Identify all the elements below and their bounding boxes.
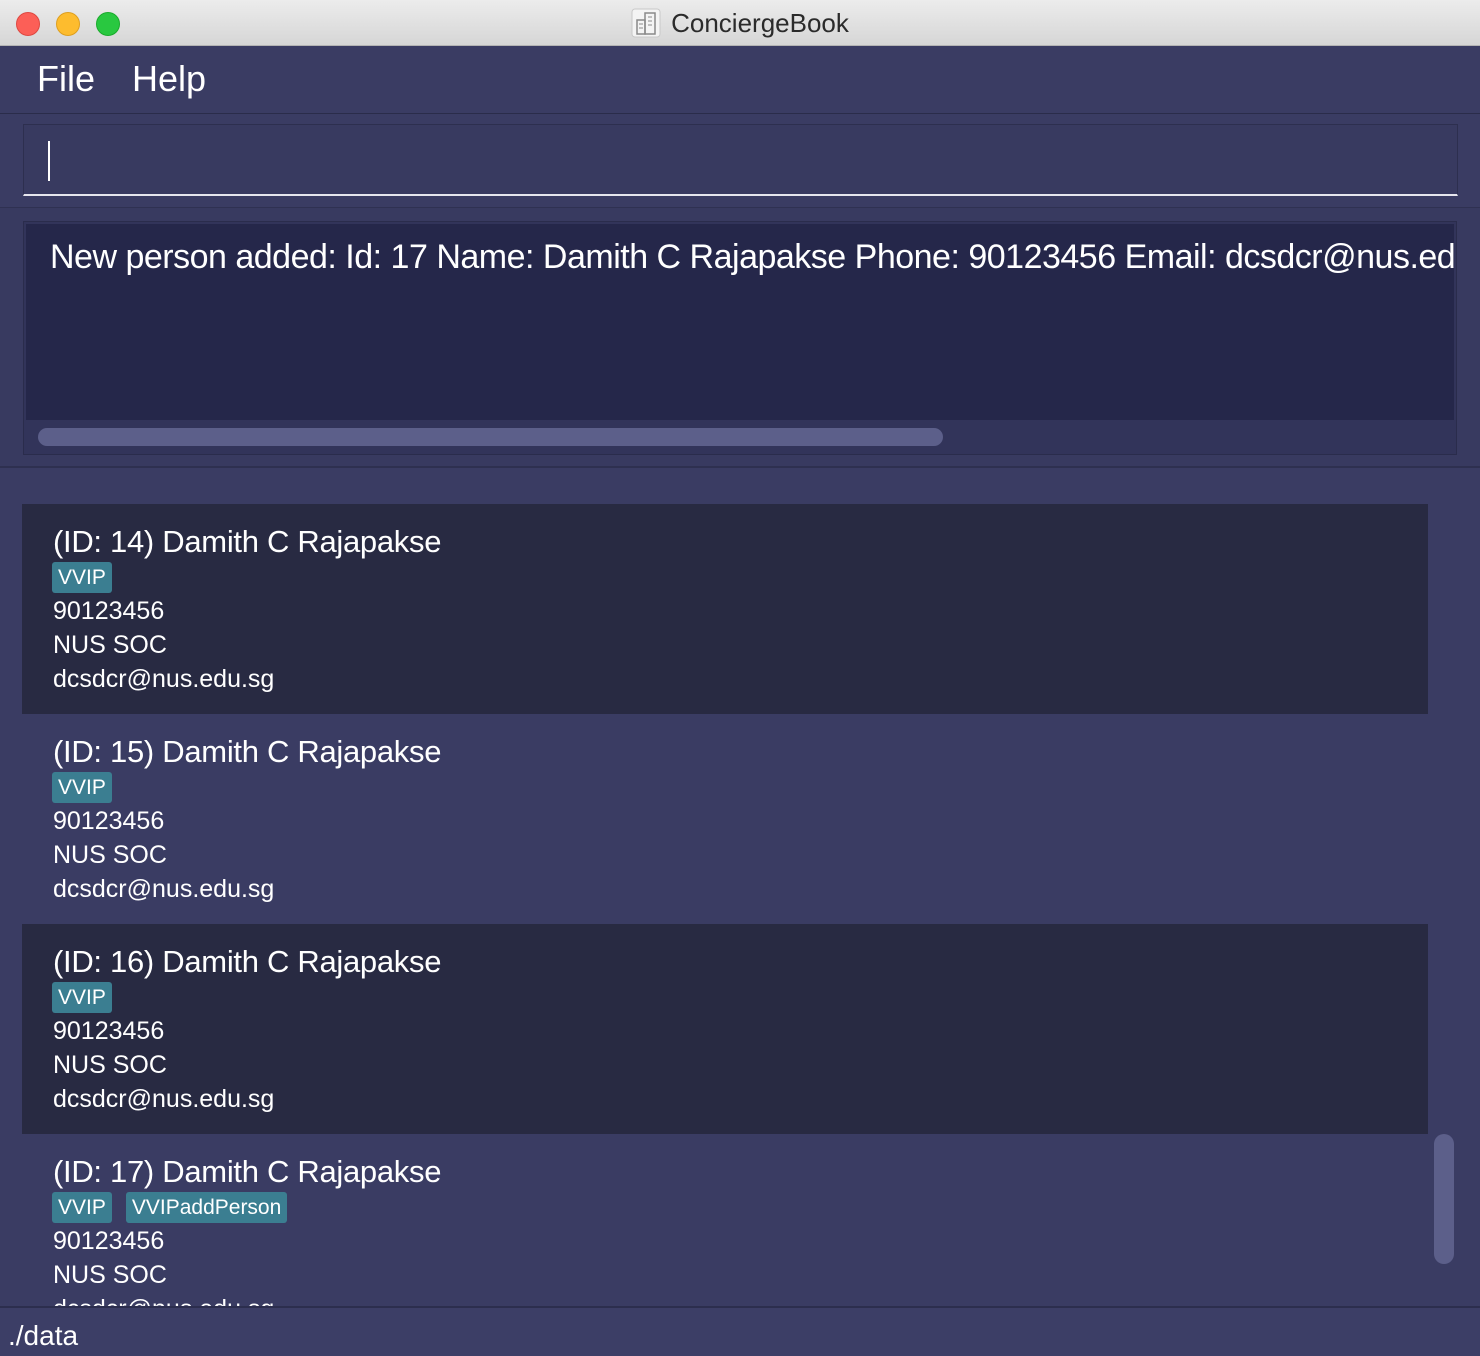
person-tags: VVIP VVIPaddPerson [52,1192,288,1223]
menu-help[interactable]: Help [132,58,206,100]
person-phone: 90123456 [53,807,165,835]
status-bar: ./data [0,1306,1480,1356]
menu-file[interactable]: File [37,58,95,100]
person-name: (ID: 16) Damith C Rajapakse [53,944,442,979]
person-email: dcsdcr@nus.edu.sg [53,875,275,903]
result-horizontal-scroll-thumb[interactable] [38,428,943,446]
text-caret [48,141,50,181]
command-input[interactable] [23,124,1458,196]
person-phone: 90123456 [53,597,165,625]
tag-label: VVIP [52,1192,112,1223]
person-phone: 90123456 [53,1017,165,1045]
title-group: ConciergeBook [0,0,1480,46]
person-address: NUS SOC [53,1261,167,1289]
result-display[interactable]: New person added: Id: 17 Name: Damith C … [23,221,1457,455]
person-tags: VVIP [52,772,112,803]
person-phone: 90123456 [53,1227,165,1255]
tag-label: VVIP [52,982,112,1013]
app-window: ConciergeBook File Help New person added… [0,0,1480,1356]
tag-label: VVIP [52,772,112,803]
title-bar[interactable]: ConciergeBook [0,0,1480,46]
person-email: dcsdcr@nus.edu.sg [53,665,275,693]
result-message: New person added: Id: 17 Name: Damith C … [50,238,1454,276]
building-icon [631,8,661,38]
person-email: dcsdcr@nus.edu.sg [53,1295,274,1306]
tag-label: VVIP [52,562,112,593]
person-address: NUS SOC [53,1051,167,1079]
person-address: NUS SOC [53,631,167,659]
person-list-vertical-scroll-thumb[interactable] [1434,1134,1454,1264]
person-card[interactable]: (ID: 14) Damith C Rajapakse VVIP 9012345… [22,504,1428,714]
person-name: (ID: 14) Damith C Rajapakse [53,524,442,559]
result-horizontal-scrollbar[interactable] [26,422,1454,452]
tag-label: VVIPaddPerson [125,1192,288,1223]
result-display-area: New person added: Id: 17 Name: Damith C … [0,208,1480,468]
menu-bar: File Help [0,46,1480,114]
person-card[interactable]: (ID: 15) Damith C Rajapakse VVIP 9012345… [22,714,1428,924]
person-name: (ID: 17) Damith C Rajapakse [53,1154,442,1189]
person-list[interactable]: (ID: 14) Damith C Rajapakse VVIP 9012345… [22,504,1428,1306]
command-box-area [0,114,1480,208]
person-name: (ID: 15) Damith C Rajapakse [53,734,442,769]
person-card[interactable]: (ID: 17) Damith C Rajapakse VVIP VVIPadd… [22,1134,1428,1306]
person-tags: VVIP [52,982,112,1013]
person-list-panel: (ID: 14) Damith C Rajapakse VVIP 9012345… [0,468,1480,1306]
save-location-path: ./data [8,1320,79,1351]
result-display-content: New person added: Id: 17 Name: Damith C … [26,224,1454,420]
person-address: NUS SOC [53,841,167,869]
person-tags: VVIP [52,562,112,593]
person-card[interactable]: (ID: 16) Damith C Rajapakse VVIP 9012345… [22,924,1428,1134]
person-email: dcsdcr@nus.edu.sg [53,1085,275,1113]
window-title: ConciergeBook [671,7,849,38]
